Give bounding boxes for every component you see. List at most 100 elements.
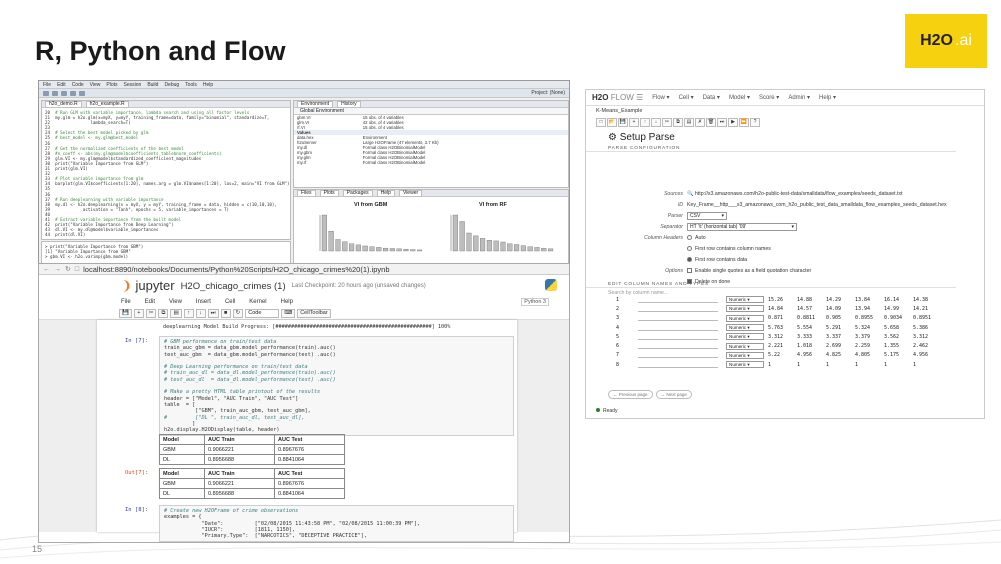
menu-item[interactable]: Session <box>124 82 142 88</box>
save-icon[interactable] <box>61 90 67 96</box>
column-name-input[interactable] <box>638 297 718 303</box>
radio-selected-icon[interactable] <box>687 257 692 263</box>
rstudio-console[interactable]: > print("Variable Importance from GBM")[… <box>41 241 291 265</box>
paste-icon[interactable]: ▤ <box>170 308 182 318</box>
column-type-select[interactable]: Numeric ▾ <box>726 351 764 359</box>
menu-item[interactable]: Code <box>72 82 84 88</box>
menu-item[interactable]: Debug <box>164 82 179 88</box>
pane-tab[interactable]: Files <box>297 189 316 197</box>
tab-environment[interactable]: Environment <box>297 100 334 108</box>
rstudio-source-editor[interactable]: h2o_demo.R h2o_example.R 20 # Run GLM wi… <box>41 100 291 240</box>
menu-item[interactable]: Score ▾ <box>759 94 779 101</box>
run-all-icon[interactable]: ⏩ <box>739 117 749 127</box>
column-name-input[interactable] <box>638 352 718 359</box>
flow-logo[interactable]: H2O FLOW ☰ <box>592 93 643 102</box>
menu-item[interactable]: Cell <box>225 299 235 305</box>
menu-item[interactable]: File <box>43 82 51 88</box>
column-type-select[interactable]: Numeric ▾ <box>726 324 764 332</box>
column-name-input[interactable] <box>638 362 718 368</box>
column-name-input[interactable] <box>638 325 718 331</box>
column-name-input[interactable] <box>638 334 718 340</box>
menu-item[interactable]: Data ▾ <box>703 94 720 101</box>
clear-icon[interactable]: ✗ <box>695 117 705 127</box>
url-text[interactable]: localhost:8890/notebooks/Documents/Pytho… <box>83 265 389 274</box>
code-cell[interactable]: # GBM performance on train/test data trai… <box>159 336 514 437</box>
menu-item[interactable]: Cell ▾ <box>679 94 694 101</box>
run-to-here-icon[interactable]: ⏭ <box>717 117 727 127</box>
column-name-input[interactable] <box>638 315 718 322</box>
menu-item[interactable]: Model ▾ <box>729 94 750 101</box>
cut-icon[interactable]: ✂ <box>662 117 672 127</box>
run-icon[interactable]: ▶ <box>728 117 738 127</box>
column-type-select[interactable]: Numeric ▾ <box>726 361 764 369</box>
separator-select[interactable]: HT '\t' (horizontal tab) '09' ▾ <box>687 223 797 231</box>
environment-row[interactable]: my.rf Formal class H2OBinomialModel <box>294 160 568 165</box>
save-icon[interactable]: 💾 <box>618 117 628 127</box>
menu-item[interactable]: Build <box>147 82 158 88</box>
radio-first-row-names[interactable]: First row contains column names <box>687 246 771 252</box>
menu-item[interactable]: Help <box>281 299 293 305</box>
radio-first-row-data[interactable]: First row contains data <box>687 257 747 263</box>
notebook-name[interactable]: H2O_chicago_crimes (1) <box>181 281 286 292</box>
save-icon[interactable]: 💾 <box>119 308 132 318</box>
copy-icon[interactable]: ⧉ <box>158 308 169 318</box>
radio-icon[interactable] <box>687 246 692 252</box>
menu-item[interactable]: File <box>121 299 131 305</box>
print-icon[interactable] <box>79 90 85 96</box>
move-up-icon[interactable]: ↑ <box>640 117 650 127</box>
delete-icon[interactable]: 🗑 <box>706 117 716 127</box>
run-icon[interactable]: ⏭ <box>207 308 219 318</box>
menu-item[interactable]: Tools <box>185 82 197 88</box>
move-up-icon[interactable]: ↑ <box>183 308 194 318</box>
move-down-icon[interactable]: ↓ <box>651 117 661 127</box>
menu-item[interactable]: Plots <box>106 82 117 88</box>
open-file-icon[interactable] <box>52 90 58 96</box>
restart-icon[interactable]: ↻ <box>232 308 244 318</box>
checkbox-icon[interactable] <box>687 268 692 274</box>
checkbox-single-quotes[interactable]: Enable single quotes as a field quotatio… <box>687 268 811 274</box>
reload-icon[interactable]: ↻ <box>65 265 71 273</box>
save-all-icon[interactable] <box>70 90 76 96</box>
insert-icon[interactable]: + <box>629 117 639 127</box>
editor-tab[interactable]: h2o_demo.R <box>45 100 82 108</box>
menu-item[interactable]: View <box>90 82 101 88</box>
menu-item[interactable]: View <box>169 299 182 305</box>
column-type-select[interactable]: Numeric ▾ <box>726 296 764 304</box>
help-icon[interactable]: ? <box>750 117 760 127</box>
command-palette-icon[interactable]: ⌨ <box>281 308 296 318</box>
move-down-icon[interactable]: ↓ <box>195 308 206 318</box>
project-selector[interactable]: Project: (None) <box>531 90 565 96</box>
menu-item[interactable]: Edit <box>145 299 155 305</box>
menu-item[interactable]: Flow ▾ <box>652 94 669 101</box>
insert-cell-icon[interactable]: + <box>133 308 144 318</box>
new-icon[interactable]: □ <box>596 117 606 127</box>
forward-icon[interactable]: → <box>54 266 61 273</box>
tab-history[interactable]: History <box>337 100 361 108</box>
pane-tab[interactable]: Plots <box>319 189 339 197</box>
column-name-input[interactable] <box>638 306 718 312</box>
menu-item[interactable]: Edit <box>57 82 66 88</box>
column-type-select[interactable]: Numeric ▾ <box>726 305 764 313</box>
next-page-button[interactable]: → Next page <box>655 390 692 399</box>
pane-tab[interactable]: Viewer <box>398 189 423 197</box>
cell-type-select[interactable]: Code <box>245 308 280 318</box>
celltoolbar-button[interactable]: CellToolbar <box>297 308 331 318</box>
parser-select[interactable]: CSV ▾ <box>687 212 727 220</box>
menu-item[interactable]: Help ▾ <box>819 94 836 101</box>
back-icon[interactable]: ← <box>43 266 50 273</box>
pane-tab[interactable]: Packages <box>342 189 373 197</box>
menu-item[interactable]: Admin ▾ <box>788 94 810 101</box>
jupyter-logo[interactable]: ❩ jupyter <box>121 278 175 294</box>
menu-item[interactable]: Insert <box>196 299 211 305</box>
menu-item[interactable]: Help <box>203 82 213 88</box>
flow-document-name[interactable]: K-Means_Example <box>586 106 984 116</box>
editor-tab[interactable]: h2o_example.R <box>85 100 129 108</box>
radio-icon[interactable] <box>687 235 692 241</box>
column-type-select[interactable]: Numeric ▾ <box>726 333 764 341</box>
radio-auto[interactable]: Auto <box>687 235 706 241</box>
column-type-select[interactable]: Numeric ▾ <box>726 342 764 350</box>
menu-item[interactable]: Kernel <box>249 299 266 305</box>
new-file-icon[interactable] <box>43 90 49 96</box>
id-value[interactable]: Key_Frame__http___s3_amazonaws_com_h2o_p… <box>687 202 947 208</box>
stop-icon[interactable]: ■ <box>220 308 231 318</box>
